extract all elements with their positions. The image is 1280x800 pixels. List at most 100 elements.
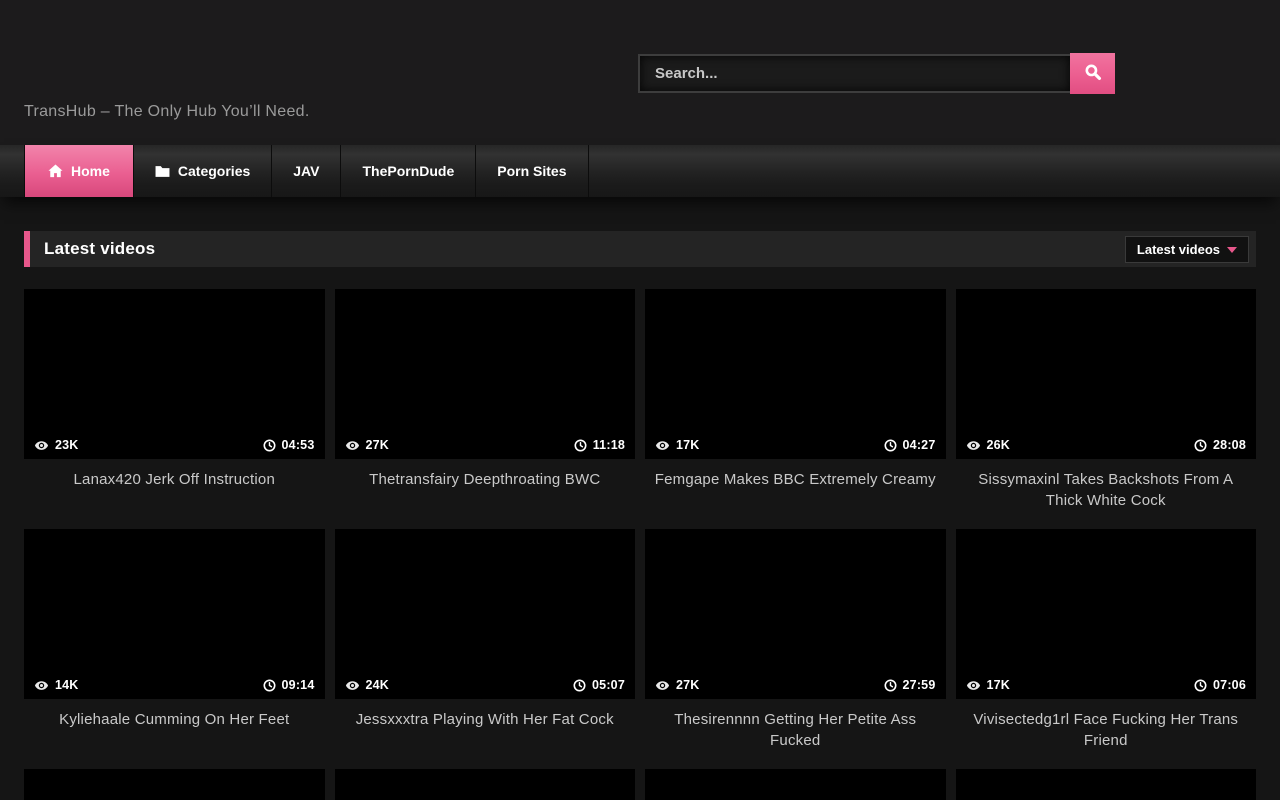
video-stats-bar: 26K 28:08 (956, 431, 1257, 459)
video-title[interactable]: Kyliehaale Cumming On Her Feet (24, 699, 325, 769)
video-card[interactable]: 14K 09:14 Kyliehaale Cumming On Her Feet (24, 529, 325, 769)
duration-value: 09:14 (282, 678, 315, 692)
duration-value: 04:27 (903, 438, 936, 452)
video-thumbnail[interactable]: 27K 27:59 (645, 529, 946, 699)
video-thumbnail[interactable] (956, 769, 1257, 800)
video-card[interactable]: 26K 28:08 Sissymaxinl Takes Backshots Fr… (956, 289, 1257, 529)
video-title[interactable]: Jessxxxtra Playing With Her Fat Cock (335, 699, 636, 769)
video-views: 14K (34, 678, 79, 693)
nav-item-jav[interactable]: JAV (272, 145, 341, 197)
caret-down-icon (1227, 247, 1237, 253)
eye-icon (966, 438, 981, 453)
site-header: TransHub – The Only Hub You’ll Need. (0, 0, 1280, 145)
video-views: 23K (34, 438, 79, 453)
video-duration: 04:27 (884, 438, 936, 452)
clock-icon (573, 679, 586, 692)
video-card-partial[interactable] (24, 769, 325, 800)
video-views: 27K (345, 438, 390, 453)
video-card[interactable]: 17K 07:06 Vivisectedg1rl Face Fucking He… (956, 529, 1257, 769)
video-title[interactable]: Lanax420 Jerk Off Instruction (24, 459, 325, 529)
eye-icon (34, 438, 49, 453)
clock-icon (574, 439, 587, 452)
video-card-partial[interactable] (956, 769, 1257, 800)
nav-item-label: Porn Sites (497, 163, 566, 179)
video-card[interactable]: 24K 05:07 Jessxxxtra Playing With Her Fa… (335, 529, 636, 769)
video-thumbnail[interactable]: 24K 05:07 (335, 529, 636, 699)
sort-dropdown-label: Latest videos (1137, 242, 1220, 257)
video-thumbnail[interactable]: 23K 04:53 (24, 289, 325, 459)
video-thumbnail[interactable] (335, 769, 636, 800)
views-count: 27K (366, 438, 390, 452)
eye-icon (966, 678, 981, 693)
video-duration: 05:07 (573, 678, 625, 692)
eye-icon (345, 438, 360, 453)
video-stats-bar: 17K 04:27 (645, 431, 946, 459)
video-title[interactable]: Thetransfairy Deepthroating BWC (335, 459, 636, 529)
video-stats-bar: 27K 11:18 (335, 431, 636, 459)
views-count: 26K (987, 438, 1011, 452)
duration-value: 28:08 (1213, 438, 1246, 452)
video-card[interactable]: 27K 11:18 Thetransfairy Deepthroating BW… (335, 289, 636, 529)
nav-item-theporndude[interactable]: ThePornDude (341, 145, 476, 197)
video-duration: 28:08 (1194, 438, 1246, 452)
video-views: 24K (345, 678, 390, 693)
video-thumbnail[interactable]: 26K 28:08 (956, 289, 1257, 459)
video-card-partial[interactable] (645, 769, 946, 800)
clock-icon (884, 679, 897, 692)
eye-icon (655, 678, 670, 693)
video-stats-bar: 17K 07:06 (956, 671, 1257, 699)
video-thumbnail[interactable]: 27K 11:18 (335, 289, 636, 459)
page: TransHub – The Only Hub You’ll Need. Hom… (0, 0, 1280, 800)
clock-icon (263, 439, 276, 452)
search-button[interactable] (1070, 53, 1115, 94)
video-stats-bar: 24K 05:07 (335, 671, 636, 699)
nav-item-categories[interactable]: Categories (134, 145, 272, 197)
video-stats-bar: 23K 04:53 (24, 431, 325, 459)
views-count: 23K (55, 438, 79, 452)
video-duration: 09:14 (263, 678, 315, 692)
search-input[interactable] (638, 54, 1070, 93)
site-tagline: TransHub – The Only Hub You’ll Need. (24, 103, 310, 121)
video-duration: 11:18 (574, 438, 625, 452)
video-grid: 23K 04:53 Lanax420 Jerk Off Instruction (24, 289, 1256, 800)
video-views: 26K (966, 438, 1011, 453)
video-thumbnail[interactable] (24, 769, 325, 800)
duration-value: 11:18 (593, 438, 625, 452)
folder-icon (155, 165, 170, 178)
video-stats-bar: 27K 27:59 (645, 671, 946, 699)
duration-value: 04:53 (282, 438, 315, 452)
views-count: 17K (987, 678, 1011, 692)
video-stats-bar: 14K 09:14 (24, 671, 325, 699)
video-thumbnail[interactable] (645, 769, 946, 800)
nav-item-home[interactable]: Home (24, 145, 134, 197)
video-card[interactable]: 23K 04:53 Lanax420 Jerk Off Instruction (24, 289, 325, 529)
sort-dropdown[interactable]: Latest videos (1125, 236, 1249, 263)
search-icon (1084, 63, 1102, 84)
video-thumbnail[interactable]: 17K 04:27 (645, 289, 946, 459)
video-duration: 27:59 (884, 678, 936, 692)
video-thumbnail[interactable]: 17K 07:06 (956, 529, 1257, 699)
nav-item-label: JAV (293, 163, 319, 179)
nav-item-label: ThePornDude (362, 163, 454, 179)
clock-icon (263, 679, 276, 692)
nav-item-label: Categories (178, 163, 250, 179)
clock-icon (1194, 679, 1207, 692)
video-views: 27K (655, 678, 700, 693)
video-duration: 04:53 (263, 438, 315, 452)
video-card[interactable]: 17K 04:27 Femgape Makes BBC Extremely Cr… (645, 289, 946, 529)
views-count: 27K (676, 678, 700, 692)
eye-icon (34, 678, 49, 693)
video-title[interactable]: Femgape Makes BBC Extremely Creamy (645, 459, 946, 529)
video-thumbnail[interactable]: 14K 09:14 (24, 529, 325, 699)
main-content: Latest videos Latest videos 23K (0, 231, 1280, 800)
video-title[interactable]: Vivisectedg1rl Face Fucking Her Trans Fr… (956, 699, 1257, 769)
video-title[interactable]: Sissymaxinl Takes Backshots From A Thick… (956, 459, 1257, 529)
views-count: 17K (676, 438, 700, 452)
video-card-partial[interactable] (335, 769, 636, 800)
video-card[interactable]: 27K 27:59 Thesirennnn Getting Her Petite… (645, 529, 946, 769)
views-count: 14K (55, 678, 79, 692)
clock-icon (1194, 439, 1207, 452)
nav-item-porn-sites[interactable]: Porn Sites (476, 145, 588, 197)
video-duration: 07:06 (1194, 678, 1246, 692)
video-title[interactable]: Thesirennnn Getting Her Petite Ass Fucke… (645, 699, 946, 769)
